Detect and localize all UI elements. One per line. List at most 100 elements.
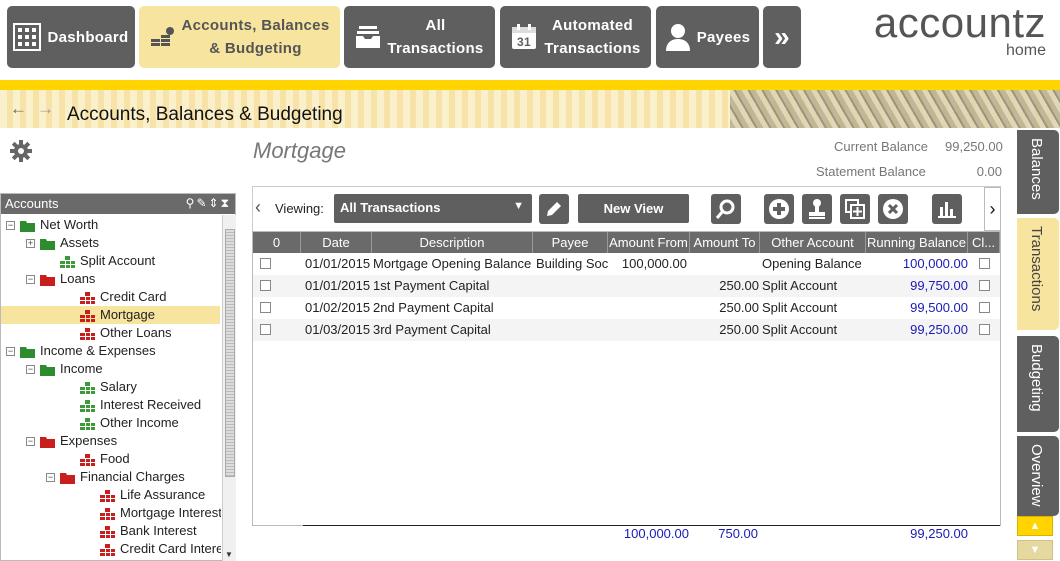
row-cleared-checkbox[interactable] bbox=[979, 302, 990, 313]
tree-item[interactable]: Credit Card bbox=[1, 288, 166, 306]
tree-toggle-icon[interactable]: − bbox=[26, 364, 35, 374]
side-tab-budgeting[interactable]: Budgeting bbox=[1017, 336, 1059, 432]
view-select[interactable]: All Transactions ▼ bbox=[334, 194, 532, 223]
tree-toggle-icon[interactable]: − bbox=[26, 274, 35, 284]
row-select-checkbox[interactable] bbox=[260, 302, 271, 313]
tree-toggle-icon[interactable]: − bbox=[6, 220, 15, 230]
table-row[interactable]: 01/01/2015 1st Payment Capital 250.00 Split… bbox=[253, 275, 1000, 297]
pencil-icon[interactable]: ✎ bbox=[196, 196, 208, 210]
grid-column-header[interactable]: Amount To bbox=[690, 232, 760, 253]
row-select-checkbox[interactable] bbox=[260, 258, 271, 269]
row-select-checkbox[interactable] bbox=[260, 280, 271, 291]
grid-column-header[interactable]: Date bbox=[301, 232, 372, 253]
table-row[interactable]: 01/01/2015 Mortgage Opening Balance Buildi… bbox=[253, 253, 1000, 275]
side-tab-balances[interactable]: Balances bbox=[1017, 130, 1059, 214]
tree-item[interactable]: − Financial Charges bbox=[1, 468, 185, 486]
tree-item[interactable]: − Income & Expenses bbox=[1, 342, 156, 360]
nav-payees-button[interactable]: Payees bbox=[656, 6, 759, 68]
tree-item[interactable]: Bank Interest bbox=[1, 522, 197, 540]
tree-item[interactable]: + Assets bbox=[1, 234, 99, 252]
tree-item[interactable]: − Loans bbox=[1, 270, 95, 288]
tree-item[interactable]: − Income bbox=[1, 360, 103, 378]
search-icon[interactable]: ⚲ bbox=[186, 196, 197, 210]
tree-item-label: Other Income bbox=[100, 415, 179, 430]
tabs-scroll-up-button[interactable]: ▲ bbox=[1017, 516, 1053, 536]
back-arrow-icon[interactable]: ← bbox=[10, 99, 27, 119]
transactions-grid: 0 Date Description Payee Amount From Amount T… bbox=[252, 231, 1001, 526]
tree-item-label: Other Loans bbox=[100, 325, 172, 340]
grid-column-header[interactable]: Description bbox=[372, 232, 533, 253]
sort-icon[interactable]: ⇕ bbox=[209, 196, 221, 210]
viewing-label: Viewing: bbox=[275, 201, 324, 216]
account-blocks-icon bbox=[80, 381, 95, 394]
nav-auto-line1: Automated bbox=[551, 17, 634, 34]
tree-toggle-icon[interactable]: − bbox=[46, 472, 55, 482]
cell-running-balance: 100,000.00 bbox=[902, 256, 968, 271]
grid-column-header[interactable]: Other Account bbox=[760, 232, 866, 253]
tree-item[interactable]: Other Income bbox=[1, 414, 179, 432]
side-tab-label: Balances bbox=[1028, 138, 1045, 200]
tree-item[interactable]: Split Account bbox=[1, 252, 155, 270]
stamp-button[interactable] bbox=[802, 194, 832, 224]
folder-icon bbox=[20, 346, 35, 358]
nav-dashboard-button[interactable]: Dashboard bbox=[7, 6, 135, 68]
grid-column-header[interactable]: Running Balance bbox=[866, 232, 968, 253]
grid-column-header[interactable]: Amount From bbox=[608, 232, 690, 253]
collapse-icon[interactable]: ⧗ bbox=[221, 196, 231, 210]
tree-item[interactable]: − Expenses bbox=[1, 432, 117, 450]
duplicate-button[interactable] bbox=[840, 194, 870, 224]
tabs-scroll-down-button[interactable]: ▼ bbox=[1017, 540, 1053, 560]
row-cleared-checkbox[interactable] bbox=[979, 324, 990, 335]
grid-column-header[interactable]: Payee bbox=[533, 232, 608, 253]
cell-payee bbox=[536, 319, 608, 341]
tree-item[interactable]: Mortgage Interest bbox=[1, 504, 221, 522]
nav-automated-transactions-button[interactable]: 31 Automated Transactions bbox=[500, 6, 651, 68]
calendar-day: 31 bbox=[517, 35, 531, 49]
delete-button[interactable] bbox=[878, 194, 908, 224]
nav-all-transactions-button[interactable]: All Transactions bbox=[344, 6, 495, 68]
tree-scrollbar[interactable]: ▼ bbox=[222, 215, 236, 561]
grid-column-header[interactable]: Cl... bbox=[968, 232, 1000, 253]
toolbar-prev-icon[interactable]: ‹ bbox=[255, 197, 261, 218]
nav-accounts-button[interactable]: Accounts, Balances & Budgeting bbox=[139, 6, 340, 68]
toolbar-next-button[interactable]: › bbox=[984, 187, 1001, 231]
edit-view-button[interactable] bbox=[539, 194, 569, 224]
tree-toggle-icon[interactable]: − bbox=[6, 346, 15, 356]
add-transaction-button[interactable] bbox=[764, 194, 794, 224]
forward-arrow-icon[interactable]: → bbox=[37, 99, 54, 119]
tree-toggle-icon[interactable]: + bbox=[26, 238, 35, 248]
triangle-up-icon: ▲ bbox=[1029, 520, 1041, 532]
tree-scrollbar-thumb[interactable] bbox=[225, 229, 235, 477]
cell-other-account: Split Account bbox=[762, 278, 838, 293]
cell-other-account: Opening Balance bbox=[762, 256, 862, 271]
row-cleared-checkbox[interactable] bbox=[979, 280, 990, 291]
tree-item[interactable]: Mortgage bbox=[1, 306, 220, 324]
cell-payee: Building Soc bbox=[536, 256, 608, 271]
find-button[interactable] bbox=[711, 194, 741, 224]
tree-item[interactable]: Salary bbox=[1, 378, 137, 396]
row-cleared-checkbox[interactable] bbox=[979, 258, 990, 269]
tree-item[interactable]: Interest Received bbox=[1, 396, 201, 414]
side-tab-overview[interactable]: Overview bbox=[1017, 436, 1059, 516]
cell-date: 01/01/2015 bbox=[305, 278, 371, 293]
side-tab-transactions[interactable]: Transactions bbox=[1017, 218, 1059, 330]
table-row[interactable]: 01/03/2015 3rd Payment Capital 250.00 Split… bbox=[253, 319, 1000, 341]
tree-item-label: Income & Expenses bbox=[40, 343, 156, 358]
new-view-button[interactable]: New View bbox=[578, 194, 689, 223]
table-row[interactable]: 01/02/2015 2nd Payment Capital 250.00 Split… bbox=[253, 297, 1000, 319]
row-select-checkbox[interactable] bbox=[260, 324, 271, 335]
tree-toggle-icon[interactable]: − bbox=[26, 436, 35, 446]
nav-dashboard-label: Dashboard bbox=[47, 28, 129, 46]
nav-more-button[interactable]: » bbox=[763, 6, 801, 68]
tree-item[interactable]: − Net Worth bbox=[1, 216, 98, 234]
chart-button[interactable] bbox=[932, 194, 962, 224]
stamp-icon bbox=[809, 199, 825, 219]
tree-item[interactable]: Other Loans bbox=[1, 324, 172, 342]
grid-column-header[interactable]: 0 bbox=[253, 232, 301, 253]
tree-item[interactable]: Food bbox=[1, 450, 130, 468]
tree-item[interactable]: Credit Card Interest bbox=[1, 540, 221, 558]
tree-item[interactable]: Life Assurance bbox=[1, 486, 205, 504]
tree-item-label: Mortgage Interest bbox=[120, 505, 221, 520]
gear-icon[interactable] bbox=[10, 140, 32, 162]
scroll-down-icon[interactable]: ▼ bbox=[225, 550, 233, 559]
